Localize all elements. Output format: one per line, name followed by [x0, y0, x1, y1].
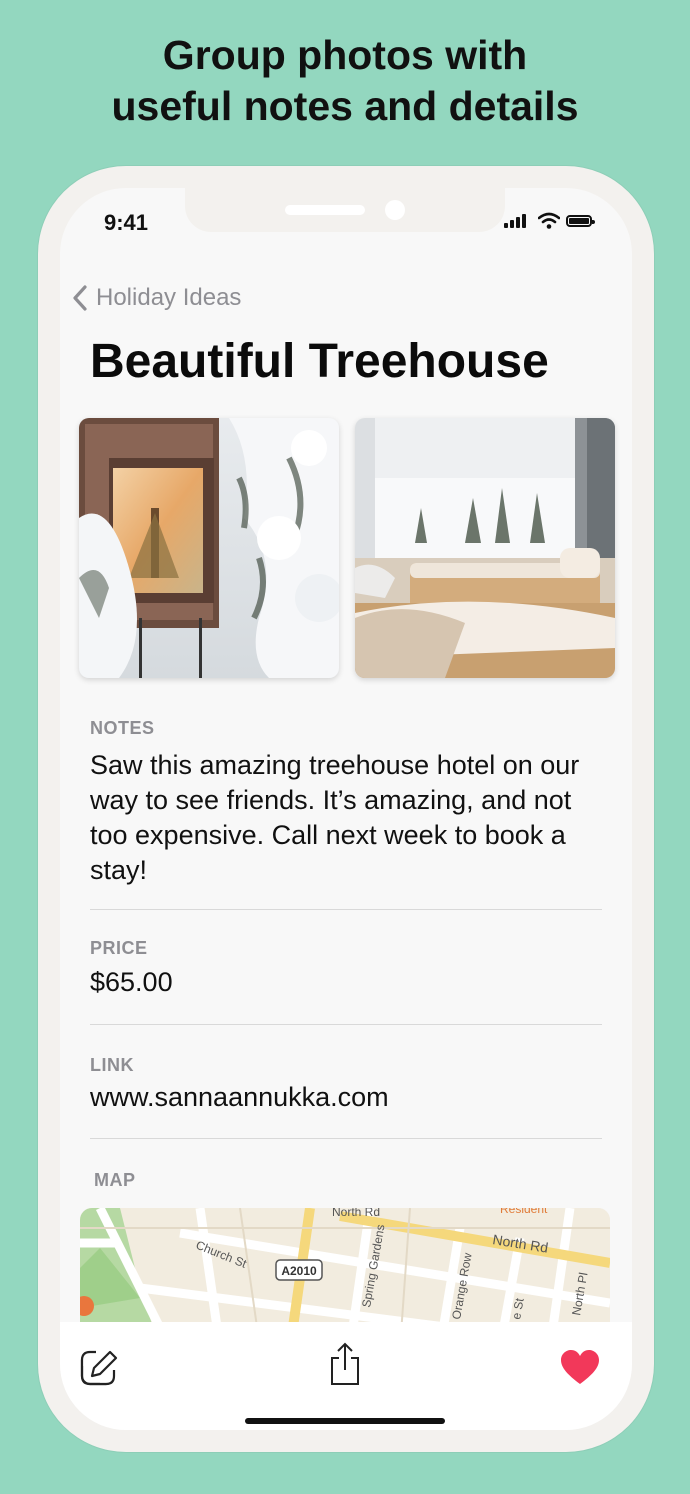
headline-line-2: useful notes and details	[111, 83, 579, 129]
price-label: PRICE	[90, 938, 148, 958]
divider-link	[90, 1138, 602, 1139]
notes-label: NOTES	[90, 718, 155, 738]
price-value[interactable]: $65.00	[90, 967, 173, 998]
link-label: LINK	[90, 1055, 134, 1075]
edit-icon[interactable]	[80, 1348, 118, 1386]
link-value[interactable]: www.sannaannukka.com	[90, 1082, 389, 1113]
bottom-toolbar	[60, 1322, 632, 1430]
map-label-north-rd-top: North Rd	[332, 1208, 380, 1219]
back-label: Holiday Ideas	[96, 284, 242, 311]
camera	[385, 200, 405, 220]
chevron-left-icon	[73, 285, 87, 311]
notch	[185, 188, 505, 232]
battery-icon	[566, 215, 595, 227]
back-button[interactable]: Holiday Ideas	[72, 280, 241, 316]
headline: Group photos with useful notes and detai…	[0, 30, 690, 132]
divider-notes	[90, 909, 602, 910]
notes-text[interactable]: Saw this amazing treehouse hotel on our …	[90, 748, 590, 888]
share-icon[interactable]	[330, 1342, 360, 1386]
map-label-a2010: A2010	[281, 1264, 317, 1278]
phone-screen: 9:41 Holiday Ideas Beautiful Treehouse N…	[60, 188, 632, 1430]
status-time: 9:41	[104, 210, 149, 235]
phone-frame: 9:41 Holiday Ideas Beautiful Treehouse N…	[38, 166, 654, 1452]
speaker	[285, 205, 365, 215]
divider-price	[90, 1024, 602, 1025]
heart-icon[interactable]	[560, 1350, 600, 1386]
status-icons	[504, 212, 596, 230]
treehouse-exterior-photo[interactable]	[79, 418, 339, 678]
wifi-icon	[538, 212, 560, 229]
home-indicator	[245, 1418, 445, 1424]
map-label: MAP	[94, 1170, 136, 1190]
map-label-resident: Resident	[500, 1208, 548, 1216]
treehouse-bedroom-photo[interactable]	[355, 418, 615, 678]
signal-icon	[504, 212, 532, 230]
page-title: Beautiful Treehouse	[90, 335, 549, 388]
headline-line-1: Group photos with	[162, 32, 528, 78]
